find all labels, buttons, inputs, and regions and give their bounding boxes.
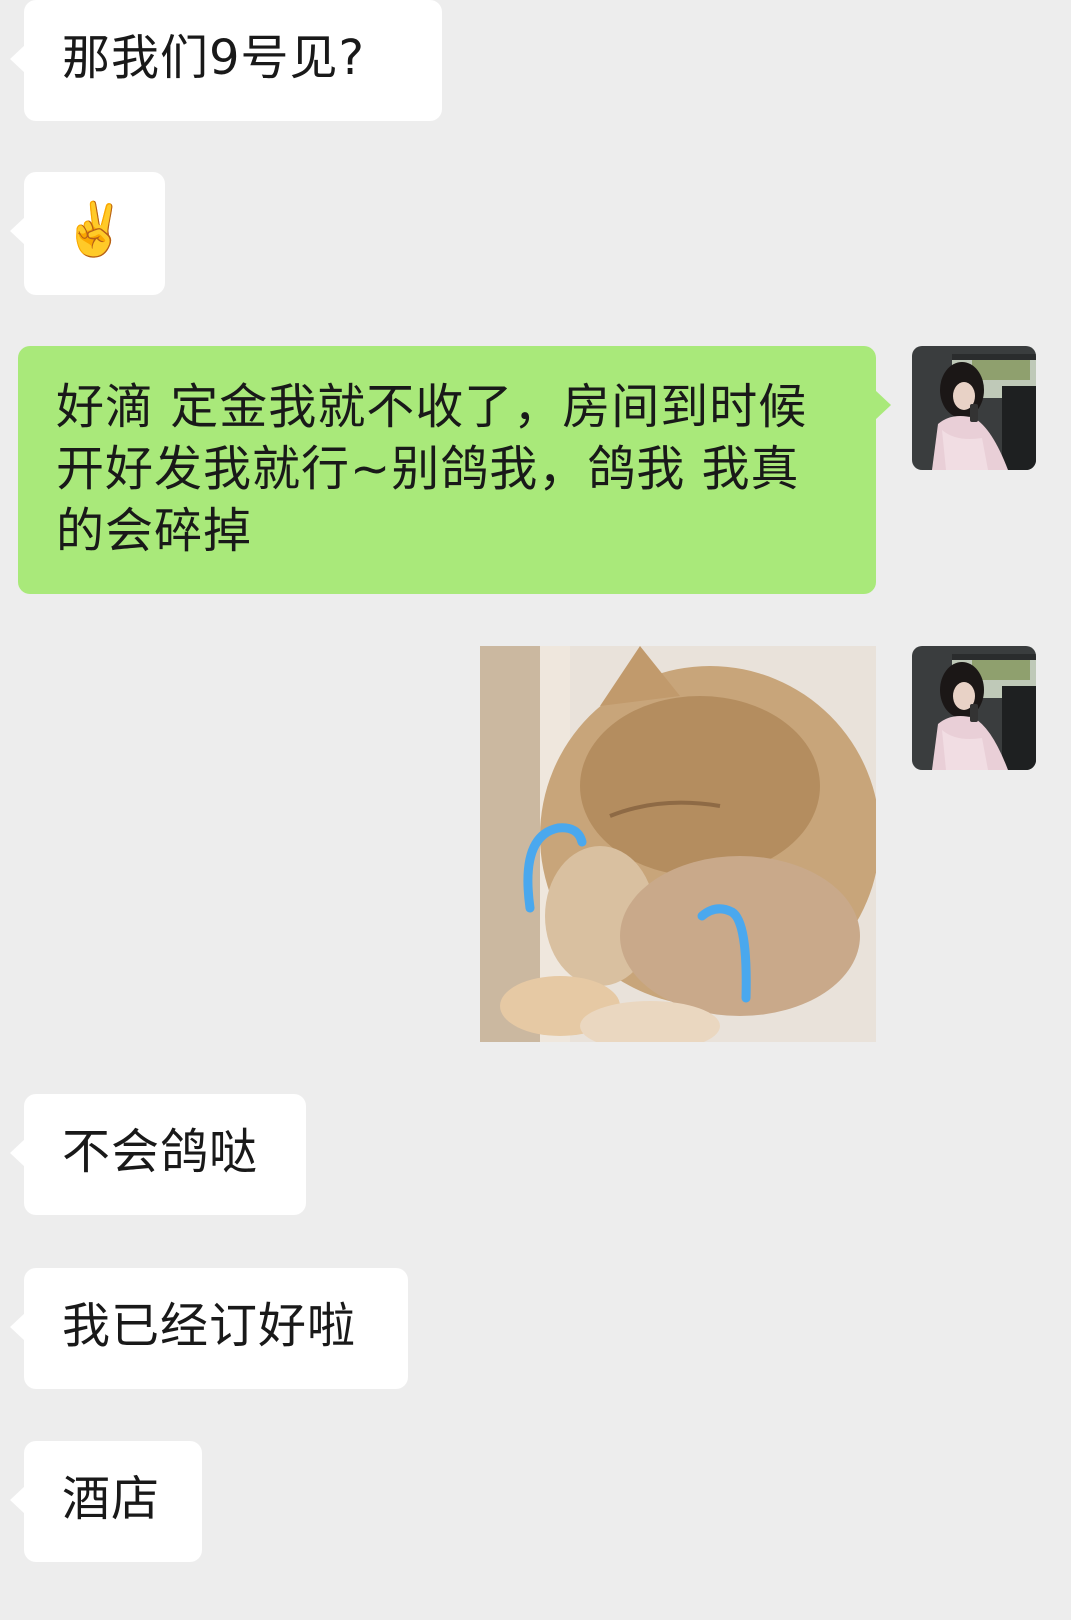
incoming-message-bubble[interactable]: ✌️ bbox=[10, 172, 165, 295]
message-text: 酒店 bbox=[62, 1471, 161, 1527]
incoming-message-bubble[interactable]: 不会鸽哒 bbox=[10, 1094, 306, 1215]
incoming-message-bubble[interactable]: 我已经订好啦 bbox=[10, 1268, 408, 1389]
message-text: 我已经订好啦 bbox=[62, 1298, 357, 1354]
incoming-message-bubble[interactable]: 酒店 bbox=[10, 1441, 202, 1562]
incoming-message-bubble[interactable]: 那我们9号见? bbox=[10, 0, 442, 121]
user-avatar[interactable] bbox=[912, 346, 1036, 470]
message-text: 不会鸽哒 bbox=[62, 1124, 259, 1180]
user-avatar[interactable] bbox=[912, 646, 1036, 770]
victory-hand-emoji: ✌️ bbox=[62, 200, 128, 260]
crying-cat-sticker[interactable] bbox=[480, 646, 876, 1042]
message-text: 那我们9号见? bbox=[62, 30, 366, 86]
message-text: 好滴 定金我就不收了，房间到时候开好发我就行~别鸽我，鸽我 我真的会碎掉 bbox=[56, 379, 808, 559]
outgoing-message-bubble[interactable]: 好滴 定金我就不收了，房间到时候开好发我就行~别鸽我，鸽我 我真的会碎掉 bbox=[18, 346, 891, 594]
